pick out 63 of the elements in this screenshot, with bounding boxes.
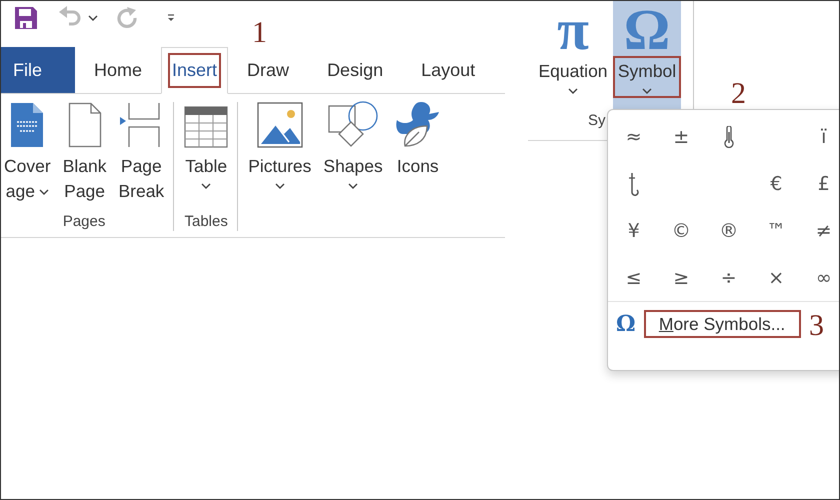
symbol-item[interactable]: ≠ [816,220,832,242]
equation-button[interactable]: π Equation [533,1,613,109]
pictures-icon [256,102,303,148]
button-label: Cover [4,155,51,178]
symbol-item[interactable]: ï [821,126,826,148]
ribbon-tab[interactable]: Home [75,47,162,93]
icons-button[interactable]: Icons [394,94,441,237]
step-number: 2 [731,79,746,109]
symbol-item[interactable]: × [768,266,784,288]
thermometer-icon[interactable] [724,126,734,148]
symbol-item[interactable]: ¥ [628,220,640,242]
symbol-item[interactable]: ± [673,126,690,148]
symbol-item[interactable]: ≈ [626,126,642,148]
blank-page-button[interactable]: Blank Page [62,94,106,213]
shapes-button[interactable]: Shapes [323,94,383,237]
ribbon-tab[interactable]: Layout [402,47,494,93]
symbol-item[interactable]: © [672,220,691,242]
button-label: Page [120,155,162,178]
hook-symbol-icon[interactable] [628,172,640,196]
button-label: age [6,180,35,203]
chevron-down-icon [568,88,578,94]
button-label: Break [118,180,164,203]
symbol-item[interactable]: £ [818,172,830,194]
page-break-button[interactable]: Page Break [118,94,164,213]
cover-page-button[interactable]: Cover age [4,94,51,213]
group-label: Pages [62,213,106,232]
symbol-item[interactable]: ® [719,220,738,242]
more-symbols-button[interactable]: More Symbols... [644,310,801,338]
ribbon-tab[interactable]: Design [308,47,402,93]
glyph-icon: Ω [624,1,670,59]
omega-icon: Ω [616,311,636,337]
cover-page-icon [10,102,44,148]
symbol-item[interactable]: ∞ [816,266,832,288]
symbol-item[interactable]: ≥ [673,266,690,288]
button-label: Blank [62,155,106,178]
button-label: Shapes [323,155,383,178]
pictures-button[interactable]: Pictures [248,94,312,237]
shapes-icon [327,100,380,148]
step-number: 3 [809,311,824,341]
ribbon-tab[interactable]: Draw [228,47,308,93]
button-label: Icons [396,155,439,178]
symbol-item[interactable]: ÷ [720,266,737,288]
step-number: 1 [252,18,267,48]
button-label: Table [185,155,228,178]
duck-leaf-icon [394,100,441,148]
glyph-icon: π [557,1,589,59]
ribbon-tab[interactable]: Insert [161,47,228,94]
blank-page-icon [68,102,102,148]
symbol-item[interactable]: € [770,172,782,194]
save-icon[interactable] [14,6,38,30]
button-label: Page [64,180,106,203]
table-button[interactable]: Table [184,94,228,213]
customize-toolbar-icon[interactable] [166,13,176,23]
symbol-item[interactable]: ≤ [626,266,642,288]
table-icon [184,106,228,148]
button-label: Pictures [248,155,312,178]
symbol-item[interactable]: ™ [766,220,786,242]
symbol-button[interactable]: Ω Symbol [613,1,681,109]
undo-menu-icon [88,15,98,21]
group-label: Sy [588,111,606,131]
file-tab[interactable]: File [1,47,75,93]
group-label: Tables [184,213,228,232]
chevron-down-icon [642,88,652,94]
